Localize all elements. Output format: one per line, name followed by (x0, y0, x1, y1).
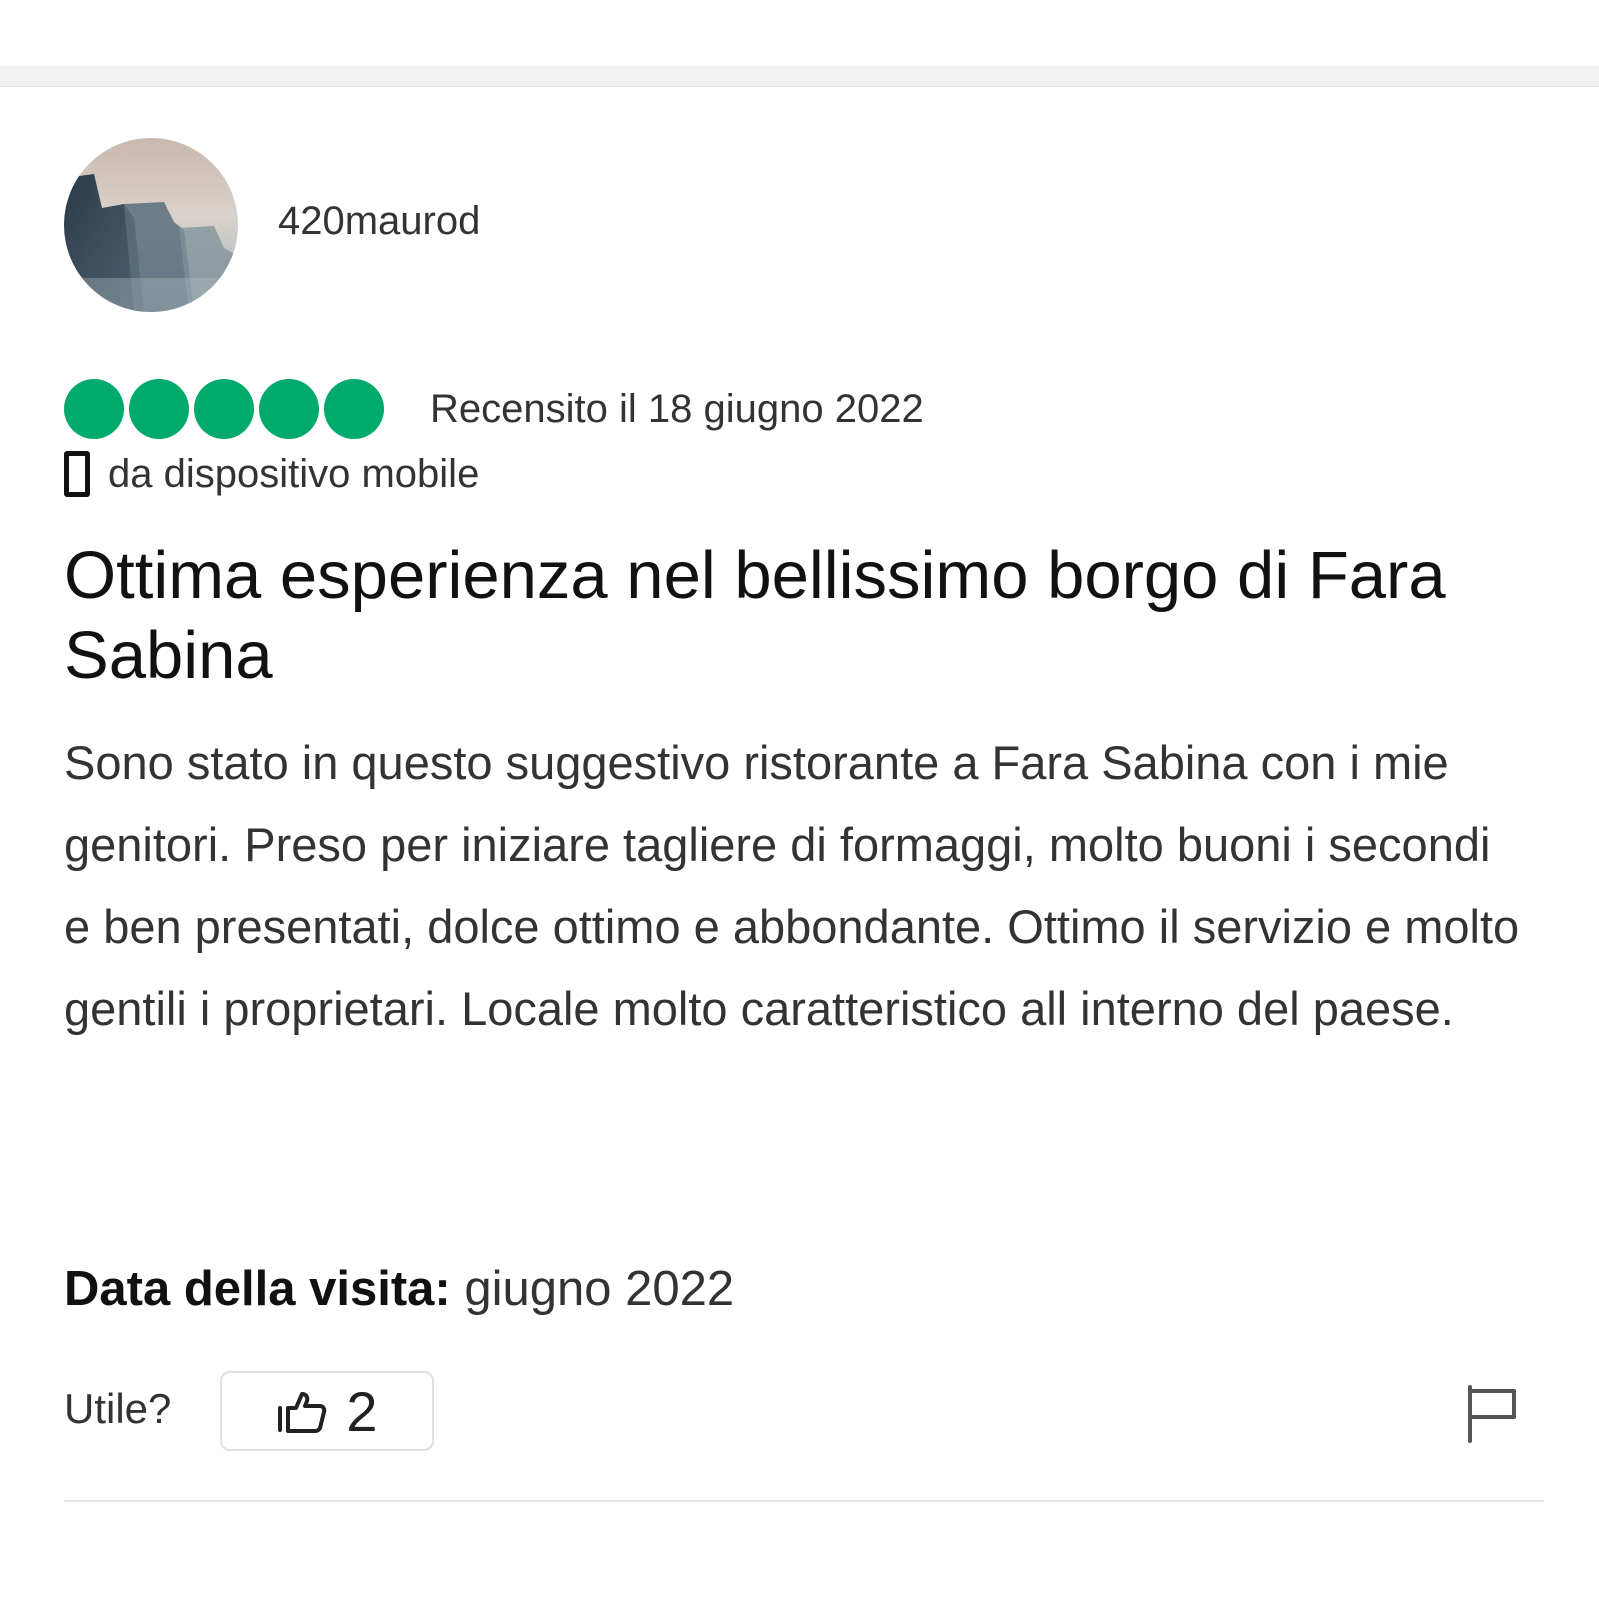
review-title[interactable]: Ottima esperienza nel bellissimo borgo d… (64, 536, 1544, 696)
mobile-icon (64, 451, 90, 497)
helpful-vote-count: 2 (346, 1379, 378, 1443)
device-row: da dispositivo mobile (64, 451, 479, 497)
rating-bubble-filled (64, 379, 124, 439)
bottom-divider (64, 1500, 1544, 1502)
thumbs-up-icon (278, 1392, 327, 1433)
rating-bubble-filled (129, 379, 189, 439)
visit-date-row: Data della visita: giugno 2022 (64, 1261, 734, 1317)
rating-bubble-filled (259, 379, 319, 439)
reviewer-header: 420maurod (64, 137, 480, 313)
visit-date-label: Data della visita: (64, 1262, 451, 1316)
rating-row: Recensito il 18 giugno 2022 (64, 379, 924, 439)
avatar[interactable] (64, 138, 238, 312)
rating-bubbles (64, 379, 384, 439)
reviewer-username[interactable]: 420maurod (278, 199, 480, 244)
device-label: da dispositivo mobile (108, 451, 480, 496)
rating-bubble-filled (324, 379, 384, 439)
rating-bubble-filled (194, 379, 254, 439)
top-divider (0, 66, 1599, 87)
visit-date-value: giugno 2022 (464, 1262, 735, 1316)
review-body: Sono stato in questo suggestivo ristoran… (64, 736, 1520, 1035)
helpful-vote-button[interactable]: 2 (220, 1371, 434, 1451)
helpful-row: Utile? 2 (64, 1371, 1544, 1455)
helpful-label: Utile? (64, 1385, 172, 1432)
flag-icon[interactable] (1464, 1383, 1520, 1443)
review-date: Recensito il 18 giugno 2022 (430, 386, 924, 431)
